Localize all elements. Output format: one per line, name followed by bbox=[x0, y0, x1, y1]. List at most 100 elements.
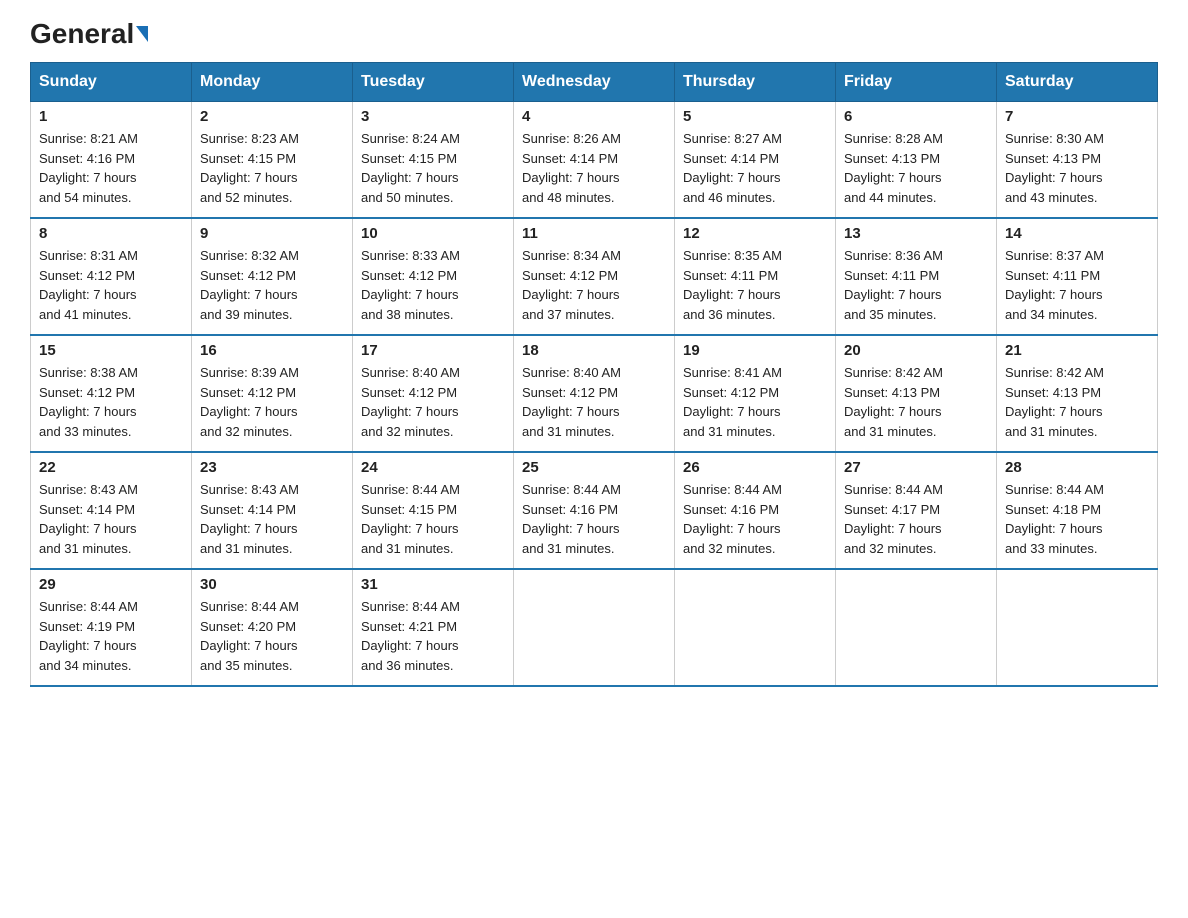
day-number: 13 bbox=[844, 225, 988, 242]
day-info: Sunrise: 8:43 AMSunset: 4:14 PMDaylight:… bbox=[39, 480, 183, 558]
day-info: Sunrise: 8:44 AMSunset: 4:21 PMDaylight:… bbox=[361, 597, 505, 675]
day-number: 17 bbox=[361, 342, 505, 359]
header-cell-tuesday: Tuesday bbox=[353, 63, 514, 102]
day-number: 2 bbox=[200, 108, 344, 125]
day-info: Sunrise: 8:41 AMSunset: 4:12 PMDaylight:… bbox=[683, 363, 827, 441]
calendar-cell bbox=[997, 569, 1158, 686]
calendar-cell: 21 Sunrise: 8:42 AMSunset: 4:13 PMDayligh… bbox=[997, 335, 1158, 452]
calendar-cell: 20 Sunrise: 8:42 AMSunset: 4:13 PMDayligh… bbox=[836, 335, 997, 452]
logo-general-row: General bbox=[30, 20, 148, 48]
day-number: 16 bbox=[200, 342, 344, 359]
day-number: 9 bbox=[200, 225, 344, 242]
day-number: 6 bbox=[844, 108, 988, 125]
calendar-cell: 13 Sunrise: 8:36 AMSunset: 4:11 PMDayligh… bbox=[836, 218, 997, 335]
calendar-cell: 16 Sunrise: 8:39 AMSunset: 4:12 PMDayligh… bbox=[192, 335, 353, 452]
logo-triangle-icon bbox=[136, 26, 148, 42]
day-info: Sunrise: 8:44 AMSunset: 4:19 PMDaylight:… bbox=[39, 597, 183, 675]
calendar-cell: 1 Sunrise: 8:21 AMSunset: 4:16 PMDaylight… bbox=[31, 102, 192, 219]
day-number: 3 bbox=[361, 108, 505, 125]
day-info: Sunrise: 8:43 AMSunset: 4:14 PMDaylight:… bbox=[200, 480, 344, 558]
day-info: Sunrise: 8:37 AMSunset: 4:11 PMDaylight:… bbox=[1005, 246, 1149, 324]
day-info: Sunrise: 8:30 AMSunset: 4:13 PMDaylight:… bbox=[1005, 129, 1149, 207]
day-number: 19 bbox=[683, 342, 827, 359]
day-number: 14 bbox=[1005, 225, 1149, 242]
day-number: 1 bbox=[39, 108, 183, 125]
day-info: Sunrise: 8:44 AMSunset: 4:18 PMDaylight:… bbox=[1005, 480, 1149, 558]
day-number: 27 bbox=[844, 459, 988, 476]
calendar-cell: 28 Sunrise: 8:44 AMSunset: 4:18 PMDayligh… bbox=[997, 452, 1158, 569]
day-info: Sunrise: 8:44 AMSunset: 4:16 PMDaylight:… bbox=[522, 480, 666, 558]
calendar-cell: 10 Sunrise: 8:33 AMSunset: 4:12 PMDayligh… bbox=[353, 218, 514, 335]
day-number: 25 bbox=[522, 459, 666, 476]
calendar-cell: 9Sunrise: 8:32 AMSunset: 4:12 PMDaylight… bbox=[192, 218, 353, 335]
calendar-header-row: SundayMondayTuesdayWednesdayThursdayFrid… bbox=[31, 63, 1158, 102]
calendar-table: SundayMondayTuesdayWednesdayThursdayFrid… bbox=[30, 62, 1158, 687]
header-cell-sunday: Sunday bbox=[31, 63, 192, 102]
calendar-week-row: 8 Sunrise: 8:31 AMSunset: 4:12 PMDaylight… bbox=[31, 218, 1158, 335]
day-info: Sunrise: 8:27 AMSunset: 4:14 PMDaylight:… bbox=[683, 129, 827, 207]
day-info: Sunrise: 8:33 AMSunset: 4:12 PMDaylight:… bbox=[361, 246, 505, 324]
day-info: Sunrise: 8:35 AMSunset: 4:11 PMDaylight:… bbox=[683, 246, 827, 324]
day-info: Sunrise: 8:42 AMSunset: 4:13 PMDaylight:… bbox=[1005, 363, 1149, 441]
calendar-cell: 3 Sunrise: 8:24 AMSunset: 4:15 PMDaylight… bbox=[353, 102, 514, 219]
day-info: Sunrise: 8:39 AMSunset: 4:12 PMDaylight:… bbox=[200, 363, 344, 441]
day-info: Sunrise: 8:36 AMSunset: 4:11 PMDaylight:… bbox=[844, 246, 988, 324]
day-number: 8 bbox=[39, 225, 183, 242]
day-number: 18 bbox=[522, 342, 666, 359]
calendar-cell: 24 Sunrise: 8:44 AMSunset: 4:15 PMDayligh… bbox=[353, 452, 514, 569]
calendar-cell bbox=[836, 569, 997, 686]
day-info: Sunrise: 8:44 AMSunset: 4:15 PMDaylight:… bbox=[361, 480, 505, 558]
day-number: 29 bbox=[39, 576, 183, 593]
day-info: Sunrise: 8:24 AMSunset: 4:15 PMDaylight:… bbox=[361, 129, 505, 207]
day-info: Sunrise: 8:28 AMSunset: 4:13 PMDaylight:… bbox=[844, 129, 988, 207]
header-cell-saturday: Saturday bbox=[997, 63, 1158, 102]
calendar-cell: 23Sunrise: 8:43 AMSunset: 4:14 PMDayligh… bbox=[192, 452, 353, 569]
header-cell-thursday: Thursday bbox=[675, 63, 836, 102]
day-info: Sunrise: 8:38 AMSunset: 4:12 PMDaylight:… bbox=[39, 363, 183, 441]
header-cell-friday: Friday bbox=[836, 63, 997, 102]
day-number: 31 bbox=[361, 576, 505, 593]
day-number: 24 bbox=[361, 459, 505, 476]
calendar-cell: 22 Sunrise: 8:43 AMSunset: 4:14 PMDayligh… bbox=[31, 452, 192, 569]
calendar-cell bbox=[675, 569, 836, 686]
calendar-cell: 14 Sunrise: 8:37 AMSunset: 4:11 PMDayligh… bbox=[997, 218, 1158, 335]
calendar-cell: 2 Sunrise: 8:23 AMSunset: 4:15 PMDaylight… bbox=[192, 102, 353, 219]
calendar-week-row: 1 Sunrise: 8:21 AMSunset: 4:16 PMDaylight… bbox=[31, 102, 1158, 219]
calendar-week-row: 22 Sunrise: 8:43 AMSunset: 4:14 PMDayligh… bbox=[31, 452, 1158, 569]
calendar-cell: 29 Sunrise: 8:44 AMSunset: 4:19 PMDayligh… bbox=[31, 569, 192, 686]
day-info: Sunrise: 8:26 AMSunset: 4:14 PMDaylight:… bbox=[522, 129, 666, 207]
day-info: Sunrise: 8:34 AMSunset: 4:12 PMDaylight:… bbox=[522, 246, 666, 324]
calendar-cell: 6 Sunrise: 8:28 AMSunset: 4:13 PMDaylight… bbox=[836, 102, 997, 219]
calendar-cell: 8 Sunrise: 8:31 AMSunset: 4:12 PMDaylight… bbox=[31, 218, 192, 335]
day-info: Sunrise: 8:42 AMSunset: 4:13 PMDaylight:… bbox=[844, 363, 988, 441]
day-info: Sunrise: 8:44 AMSunset: 4:16 PMDaylight:… bbox=[683, 480, 827, 558]
header-cell-wednesday: Wednesday bbox=[514, 63, 675, 102]
calendar-cell: 30 Sunrise: 8:44 AMSunset: 4:20 PMDayligh… bbox=[192, 569, 353, 686]
day-info: Sunrise: 8:21 AMSunset: 4:16 PMDaylight:… bbox=[39, 129, 183, 207]
calendar-week-row: 29 Sunrise: 8:44 AMSunset: 4:19 PMDayligh… bbox=[31, 569, 1158, 686]
calendar-cell: 19 Sunrise: 8:41 AMSunset: 4:12 PMDayligh… bbox=[675, 335, 836, 452]
day-number: 26 bbox=[683, 459, 827, 476]
day-number: 5 bbox=[683, 108, 827, 125]
calendar-cell: 26 Sunrise: 8:44 AMSunset: 4:16 PMDayligh… bbox=[675, 452, 836, 569]
day-number: 20 bbox=[844, 342, 988, 359]
day-number: 21 bbox=[1005, 342, 1149, 359]
day-number: 10 bbox=[361, 225, 505, 242]
day-number: 7 bbox=[1005, 108, 1149, 125]
day-info: Sunrise: 8:40 AMSunset: 4:12 PMDaylight:… bbox=[361, 363, 505, 441]
day-info: Sunrise: 8:31 AMSunset: 4:12 PMDaylight:… bbox=[39, 246, 183, 324]
logo-general-text: General bbox=[30, 20, 134, 48]
day-info: Sunrise: 8:40 AMSunset: 4:12 PMDaylight:… bbox=[522, 363, 666, 441]
day-info: Sunrise: 8:44 AMSunset: 4:20 PMDaylight:… bbox=[200, 597, 344, 675]
day-number: 30 bbox=[200, 576, 344, 593]
day-number: 4 bbox=[522, 108, 666, 125]
day-info: Sunrise: 8:44 AMSunset: 4:17 PMDaylight:… bbox=[844, 480, 988, 558]
day-info: Sunrise: 8:23 AMSunset: 4:15 PMDaylight:… bbox=[200, 129, 344, 207]
calendar-cell: 27 Sunrise: 8:44 AMSunset: 4:17 PMDayligh… bbox=[836, 452, 997, 569]
day-number: 28 bbox=[1005, 459, 1149, 476]
day-number: 22 bbox=[39, 459, 183, 476]
calendar-cell: 17 Sunrise: 8:40 AMSunset: 4:12 PMDayligh… bbox=[353, 335, 514, 452]
calendar-cell: 7 Sunrise: 8:30 AMSunset: 4:13 PMDaylight… bbox=[997, 102, 1158, 219]
calendar-cell bbox=[514, 569, 675, 686]
calendar-week-row: 15Sunrise: 8:38 AMSunset: 4:12 PMDayligh… bbox=[31, 335, 1158, 452]
